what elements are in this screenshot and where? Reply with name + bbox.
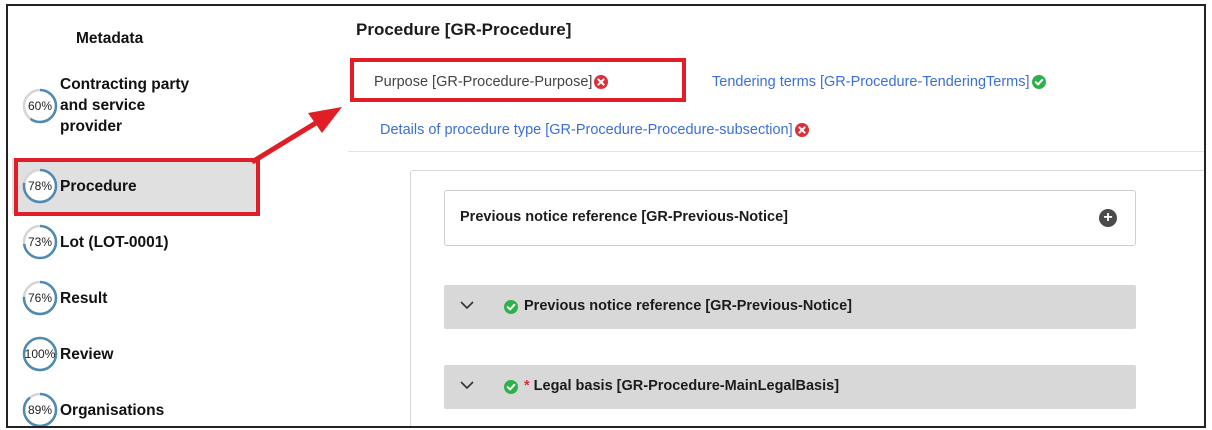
sidebar-item-label: Contracting party and service provider (60, 74, 189, 137)
progress-ring-icon: 76% (22, 280, 58, 316)
form-panel: Previous notice reference [GR-Previous-N… (410, 170, 1204, 426)
sidebar-item-procedure[interactable]: 78% Procedure (22, 168, 137, 204)
progress-percent: 100% (25, 347, 56, 361)
progress-ring-icon: 100% (22, 336, 58, 372)
app-frame: Metadata 60% Contracting party and servi… (6, 4, 1206, 428)
tab-label: Tendering terms [GR-Procedure-TenderingT… (712, 74, 1030, 90)
sidebar-item-label: Review (60, 345, 114, 363)
error-icon (794, 123, 809, 137)
progress-percent: 73% (28, 235, 52, 249)
label-line: provider (60, 118, 123, 135)
previous-notice-box: Previous notice reference [GR-Previous-N… (444, 190, 1136, 246)
label-line: Contracting party (60, 76, 190, 93)
progress-percent: 60% (28, 99, 52, 113)
accordion-title: Previous notice reference [GR-Previous-N… (524, 298, 852, 314)
section-tabs: Purpose [GR-Procedure-Purpose] Tendering… (348, 56, 1204, 152)
sidebar: Metadata 60% Contracting party and servi… (8, 6, 348, 426)
main-content: Procedure [GR-Procedure] Purpose [GR-Pro… (348, 6, 1204, 426)
progress-ring-icon: 89% (22, 392, 58, 426)
tab-tendering-terms[interactable]: Tendering terms [GR-Procedure-TenderingT… (712, 74, 1046, 90)
plus-icon: + (1103, 209, 1113, 226)
progress-percent: 78% (28, 179, 52, 193)
sidebar-item-organisations[interactable]: 89% Organisations (22, 392, 165, 426)
label-line: and service (60, 97, 146, 114)
progress-ring-icon: 60% (22, 88, 58, 123)
tab-purpose[interactable]: Purpose [GR-Procedure-Purpose] (374, 74, 609, 90)
sidebar-item-review[interactable]: 100% Review (22, 336, 113, 372)
sidebar-item-label: Procedure (60, 177, 137, 195)
check-circle-icon (504, 380, 518, 394)
sidebar-item-label: Lot (LOT-0001) (60, 233, 169, 251)
sidebar-item-result[interactable]: 76% Result (22, 280, 107, 316)
sidebar-item-contracting-party[interactable]: 60% Contracting party and service provid… (22, 74, 189, 137)
sidebar-item-label: Result (60, 289, 108, 307)
sidebar-item-lot[interactable]: 73% Lot (LOT-0001) (22, 224, 169, 260)
error-icon (594, 75, 609, 89)
check-circle-icon (1031, 75, 1046, 89)
required-marker: * (524, 378, 530, 394)
sidebar-item-label: Metadata (76, 30, 144, 47)
chevron-down-icon (460, 301, 474, 310)
progress-percent: 76% (28, 291, 52, 305)
progress-percent: 89% (28, 403, 52, 417)
progress-ring-icon: 73% (22, 224, 58, 260)
page-title: Procedure [GR-Procedure] (356, 20, 572, 39)
sidebar-item-metadata[interactable]: Metadata (76, 28, 143, 49)
accordion-title-text: Legal basis [GR-Procedure-MainLegalBasis… (533, 378, 840, 394)
sidebar-item-label: Organisations (60, 401, 165, 419)
check-circle-icon (504, 300, 518, 314)
tab-label: Details of procedure type [GR-Procedure-… (380, 122, 793, 138)
accordion-previous-notice[interactable]: Previous notice reference [GR-Previous-N… (444, 285, 1136, 329)
previous-notice-title: Previous notice reference [GR-Previous-N… (460, 209, 788, 225)
tab-details-of-procedure-type[interactable]: Details of procedure type [GR-Procedure-… (380, 122, 809, 138)
tab-label: Purpose [GR-Procedure-Purpose] (374, 74, 593, 90)
accordion-title: * Legal basis [GR-Procedure-MainLegalBasi… (524, 378, 839, 394)
add-button[interactable]: + (1099, 209, 1117, 227)
progress-ring-icon: 78% (22, 168, 58, 204)
chevron-down-icon (460, 381, 474, 390)
accordion-legal-basis[interactable]: * Legal basis [GR-Procedure-MainLegalBasi… (444, 365, 1136, 409)
